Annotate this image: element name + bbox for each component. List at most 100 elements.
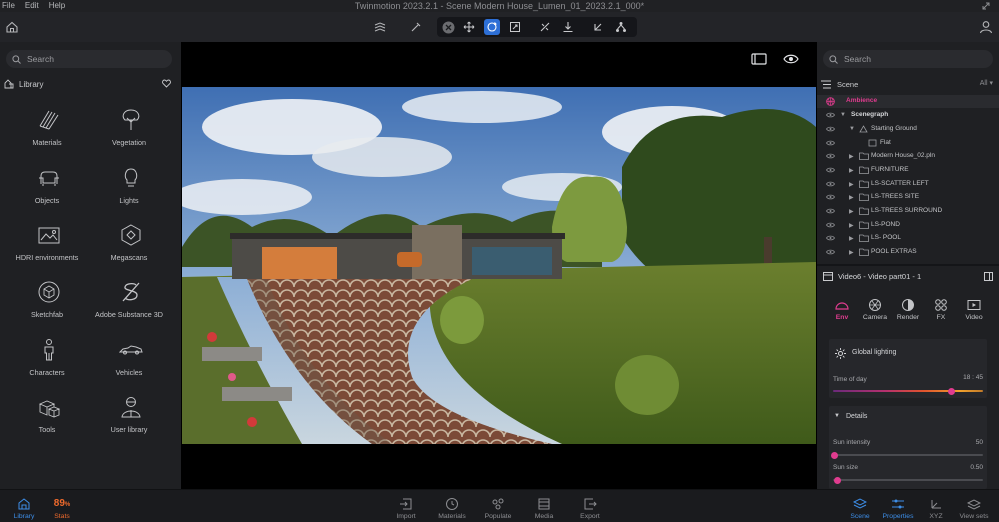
- dock-view-sets-button[interactable]: View sets: [954, 494, 994, 522]
- user-library-icon: [121, 397, 141, 418]
- tree-item-starting-ground[interactable]: ▼ Starting Ground: [817, 123, 999, 136]
- tab-camera[interactable]: Camera: [858, 298, 892, 326]
- tree-item-folder[interactable]: ▶ Modern House_02.pln: [817, 150, 999, 163]
- sun-size-slider-handle[interactable]: [833, 476, 841, 484]
- visibility-eye-icon[interactable]: [826, 126, 835, 132]
- expand-arrow-icon[interactable]: ▶: [849, 194, 854, 201]
- tile-label: HDRI environments: [15, 253, 79, 262]
- user-account-icon[interactable]: [979, 20, 993, 34]
- visibility-eye-icon[interactable]: [826, 194, 835, 200]
- visibility-eye-icon[interactable]: [826, 181, 835, 187]
- library-search-input[interactable]: Search: [6, 50, 172, 68]
- home-icon[interactable]: [5, 20, 19, 34]
- restore-window-icon[interactable]: [981, 1, 991, 11]
- tab-render[interactable]: Render: [891, 298, 925, 326]
- dock-import-button[interactable]: Import: [386, 494, 426, 522]
- library-tile-materials[interactable]: Materials: [2, 108, 92, 158]
- deselect-icon[interactable]: [440, 19, 456, 35]
- dock-stats-button[interactable]: 89% Stats: [42, 494, 82, 522]
- visibility-eye-icon[interactable]: [826, 167, 835, 173]
- expand-arrow-icon[interactable]: ▶: [849, 249, 854, 256]
- 3d-viewport[interactable]: [181, 42, 817, 489]
- tab-video[interactable]: Video: [957, 298, 991, 326]
- tree-item-scenegraph[interactable]: ▼ Scenegraph: [817, 109, 999, 122]
- expand-arrow-icon[interactable]: ▼: [849, 126, 855, 132]
- rotate-icon[interactable]: [484, 19, 500, 35]
- tab-label: Render: [896, 314, 920, 321]
- expand-arrow-icon[interactable]: ▶: [849, 222, 854, 229]
- scene-search-input[interactable]: Search: [823, 50, 993, 68]
- visibility-eye-icon[interactable]: [826, 249, 835, 255]
- folder-icon: [859, 234, 869, 242]
- tree-item-folder[interactable]: ▶ LS-TREES SITE: [817, 191, 999, 204]
- snap-icon[interactable]: [537, 19, 553, 35]
- tree-item-ambience[interactable]: Ambience: [817, 95, 999, 108]
- visibility-eye-icon[interactable]: [826, 208, 835, 214]
- library-tile-hdri[interactable]: HDRI environments: [2, 223, 92, 273]
- fx-icon: [935, 299, 947, 311]
- expand-arrow-icon[interactable]: ▶: [849, 235, 854, 242]
- tree-item-label: LS-POND: [871, 221, 900, 228]
- tree-item-folder[interactable]: ▶ LS-TREES SURROUND: [817, 205, 999, 218]
- sun-size-slider[interactable]: [833, 479, 983, 481]
- scene-filter-dropdown[interactable]: All ▾: [980, 79, 993, 87]
- tree-item-folder[interactable]: ▶ POOL EXTRAS: [817, 246, 999, 259]
- expand-arrow-icon[interactable]: ▼: [840, 112, 846, 118]
- dock-media-button[interactable]: Media: [524, 494, 564, 522]
- visibility-eye-icon[interactable]: [826, 153, 835, 159]
- expand-arrow-icon[interactable]: ▶: [849, 167, 854, 174]
- dock-scene-button[interactable]: Scene: [840, 494, 880, 522]
- time-of-day-slider[interactable]: [833, 390, 983, 392]
- layers-icon[interactable]: [372, 19, 388, 35]
- time-of-day-slider-handle[interactable]: [947, 387, 955, 395]
- sun-intensity-slider[interactable]: [833, 454, 983, 456]
- tree-item-folder[interactable]: ▶ LS-POND: [817, 219, 999, 232]
- favorites-heart-icon[interactable]: [162, 79, 171, 88]
- details-collapse-arrow-icon[interactable]: ▼: [834, 413, 840, 419]
- library-tile-lights[interactable]: Lights: [84, 166, 174, 216]
- expand-arrow-icon[interactable]: ▶: [849, 208, 854, 215]
- dock-export-button[interactable]: Export: [570, 494, 610, 522]
- library-tile-substance[interactable]: Adobe Substance 3D: [84, 280, 174, 330]
- tree-item-flat[interactable]: Flat: [817, 137, 999, 150]
- expand-arrow-icon[interactable]: ▶: [849, 153, 854, 160]
- library-tile-vehicles[interactable]: Vehicles: [84, 338, 174, 388]
- pivot-icon[interactable]: [590, 19, 606, 35]
- visibility-eye-icon[interactable]: [826, 112, 835, 118]
- dock-properties-button[interactable]: Properties: [878, 494, 918, 522]
- visibility-eye-icon[interactable]: [783, 53, 799, 65]
- tab-fx[interactable]: FX: [924, 298, 958, 326]
- hierarchy-icon[interactable]: [613, 19, 629, 35]
- library-tile-objects[interactable]: Objects: [2, 166, 92, 216]
- tab-label: Env: [835, 314, 849, 321]
- expand-panel-icon[interactable]: [984, 272, 993, 281]
- visibility-eye-icon[interactable]: [826, 140, 835, 146]
- tree-item-folder[interactable]: ▶ LS-SCATTER LEFT: [817, 178, 999, 191]
- library-tile-sketchfab[interactable]: Sketchfab: [2, 280, 92, 330]
- visibility-eye-icon[interactable]: [826, 222, 835, 228]
- panel-toggle-icon[interactable]: [751, 53, 767, 65]
- scene-header: Scene All ▾: [821, 78, 997, 90]
- dock-xyz-button[interactable]: XYZ: [916, 494, 956, 522]
- library-tile-tools[interactable]: Tools: [2, 395, 92, 445]
- dock-library-button[interactable]: Library: [4, 494, 44, 522]
- eyedropper-icon[interactable]: [408, 19, 424, 35]
- visibility-eye-icon[interactable]: [826, 235, 835, 241]
- folder-icon: [859, 248, 869, 256]
- move-icon[interactable]: [461, 19, 477, 35]
- library-tile-megascans[interactable]: Megascans: [84, 223, 174, 273]
- dock-materials-button[interactable]: Materials: [432, 494, 472, 522]
- panel-divider[interactable]: [817, 264, 999, 266]
- tree-item-folder[interactable]: ▶ LS- POOL: [817, 232, 999, 245]
- scale-icon[interactable]: [507, 19, 523, 35]
- tab-env[interactable]: Env: [825, 298, 859, 326]
- time-of-day-value: 18 : 45: [963, 374, 983, 381]
- library-tile-vegetation[interactable]: Vegetation: [84, 108, 174, 158]
- tree-item-folder[interactable]: ▶ FURNITURE: [817, 164, 999, 177]
- sun-intensity-slider-handle[interactable]: [830, 451, 838, 459]
- dock-populate-button[interactable]: Populate: [478, 494, 518, 522]
- library-tile-characters[interactable]: Characters: [2, 338, 92, 388]
- expand-arrow-icon[interactable]: ▶: [849, 181, 854, 188]
- drop-to-ground-icon[interactable]: [560, 19, 576, 35]
- library-tile-user-library[interactable]: User library: [84, 395, 174, 445]
